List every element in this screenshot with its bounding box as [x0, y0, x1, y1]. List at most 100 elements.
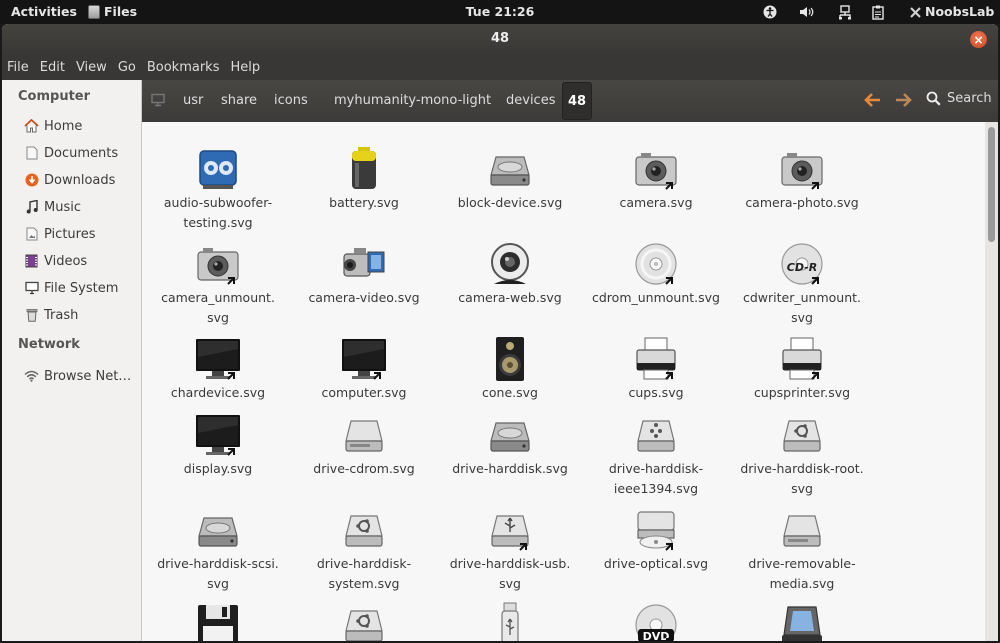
menu-bar: File Edit View Go Bookmarks Help [2, 56, 998, 80]
file-grid: audio-subwoofer- testing.svg battery.svg b… [142, 122, 985, 641]
activities-button[interactable]: Activities [11, 0, 77, 24]
sidebar-item-downloads[interactable]: Downloads [24, 170, 115, 190]
file-item-audio-subwoofer-testing[interactable]: audio-subwoofer- testing.svg [145, 145, 291, 233]
camera-icon [778, 145, 826, 193]
sidebar-item-browse-network[interactable]: Browse Net… [24, 366, 131, 386]
drive-usb-icon [486, 506, 534, 554]
sidebar-item-label: Documents [44, 145, 119, 161]
file-item-camera-web[interactable]: camera-web.svg [437, 240, 583, 308]
drive-optical-icon [632, 506, 680, 554]
vertical-scrollbar[interactable] [985, 122, 998, 641]
file-item-battery[interactable]: battery.svg [291, 145, 437, 213]
network-wired-icon[interactable] [837, 4, 853, 20]
file-item-drive-removable[interactable]: drive-removable- [437, 601, 583, 641]
path-toolbar: usr share icons myhumanity-mono-light de… [142, 80, 998, 122]
harddisk-icon [486, 411, 534, 459]
file-item-drive-removable[interactable]: drive-removable- [291, 601, 437, 641]
harddisk-icon [194, 506, 242, 554]
user-menu[interactable]: NoobsLab [910, 0, 994, 24]
volume-icon[interactable] [799, 4, 815, 20]
cd-icon [632, 240, 680, 288]
breadcrumb-current[interactable]: 48 [562, 82, 592, 120]
pictures-icon [24, 227, 39, 242]
breadcrumb-icons[interactable]: icons [274, 93, 308, 108]
file-name: cone.svg [482, 385, 538, 400]
window-title: 48 [490, 31, 510, 46]
clock[interactable]: Tue 21:26 [466, 4, 535, 19]
file-name: drive-cdrom.svg [313, 461, 415, 476]
forward-arrow-icon[interactable] [894, 92, 912, 112]
search-icon [926, 91, 941, 106]
file-item-drive-harddisk-ieee1394[interactable]: drive-harddisk- ieee1394.svg [583, 411, 729, 499]
menu-file[interactable]: File [2, 56, 35, 80]
file-item-block-device[interactable]: block-device.svg [437, 145, 583, 213]
svg-text:CD-R: CD-R [787, 261, 817, 274]
back-arrow-icon[interactable] [864, 92, 882, 112]
file-item-camera-photo[interactable]: camera-photo.svg [729, 145, 875, 213]
menu-go[interactable]: Go [113, 56, 142, 80]
drive-ubuntu-icon [778, 411, 826, 459]
file-item-drive-harddisk-scsi[interactable]: drive-harddisk-scsi. svg [145, 506, 291, 594]
menu-view[interactable]: View [71, 56, 113, 80]
file-item-cdrom-unmount[interactable]: cdrom_unmount.svg [583, 240, 729, 308]
file-name: drive-harddisk-usb. svg [449, 556, 571, 591]
menu-edit[interactable]: Edit [35, 56, 71, 80]
sidebar-item-filesystem[interactable]: File System [24, 278, 118, 298]
breadcrumb-theme[interactable]: myhumanity-mono-light [334, 93, 491, 108]
file-item-dvd-unmount[interactable]: DVDdvd_unmount.svg [583, 601, 729, 641]
home-icon [24, 119, 39, 134]
file-name: computer.svg [321, 385, 407, 400]
battery-icon [340, 145, 388, 193]
file-name: camera.svg [619, 195, 693, 210]
scanner-icon [778, 601, 826, 641]
sidebar-item-trash[interactable]: Trash [24, 305, 78, 325]
sidebar-item-label: Videos [44, 253, 88, 269]
search-button[interactable]: Search [926, 91, 992, 106]
sidebar-item-pictures[interactable]: Pictures [24, 224, 95, 244]
close-button[interactable]: × [970, 31, 987, 48]
file-item-drive-harddisk-root[interactable]: drive-harddisk-root. svg [729, 411, 875, 499]
app-menu-label: Files [104, 4, 138, 19]
sidebar-item-label: Pictures [44, 226, 96, 242]
close-icon: × [973, 32, 984, 47]
app-menu-button[interactable]: Files [88, 0, 137, 24]
file-item-computer[interactable]: computer.svg [291, 335, 437, 403]
menu-help[interactable]: Help [225, 56, 266, 80]
file-item-cups[interactable]: cups.svg [583, 335, 729, 403]
file-item-drive-removable-media[interactable]: drive-removable- media.svg [729, 506, 875, 594]
menu-bookmarks[interactable]: Bookmarks [142, 56, 226, 80]
sidebar-item-videos[interactable]: Videos [24, 251, 87, 271]
title-bar[interactable]: 48 × [2, 24, 998, 56]
file-item-drive-harddisk-system[interactable]: drive-harddisk- system.svg [291, 506, 437, 594]
file-item-drive-removable[interactable]: drive-removable- [145, 601, 291, 641]
file-item-camera[interactable]: camera.svg [583, 145, 729, 213]
sidebar-item-home[interactable]: Home [24, 116, 82, 136]
file-item-flegita[interactable]: flegita.svg [729, 601, 875, 641]
file-item-cdwriter-unmount[interactable]: CD-R cdwriter_unmount. svg [729, 240, 875, 328]
file-item-drive-optical[interactable]: drive-optical.svg [583, 506, 729, 574]
file-item-drive-cdrom[interactable]: drive-cdrom.svg [291, 411, 437, 479]
clipboard-icon[interactable] [870, 4, 886, 20]
file-name: camera-photo.svg [745, 195, 859, 210]
accessibility-icon[interactable] [762, 4, 778, 20]
breadcrumb-usr[interactable]: usr [183, 93, 203, 108]
file-item-camera-unmount[interactable]: camera_unmount. svg [145, 240, 291, 328]
downloads-icon [24, 173, 39, 188]
breadcrumb-share[interactable]: share [221, 93, 257, 108]
computer-root-icon[interactable] [151, 93, 165, 107]
file-item-cupsprinter[interactable]: cupsprinter.svg [729, 335, 875, 403]
breadcrumb-devices[interactable]: devices [506, 93, 555, 108]
sidebar-item-documents[interactable]: Documents [24, 143, 118, 163]
sidebar-item-music[interactable]: Music [24, 197, 81, 217]
file-item-display[interactable]: display.svg [145, 411, 291, 479]
file-item-drive-harddisk-usb[interactable]: drive-harddisk-usb. svg [437, 506, 583, 594]
sidebar-item-label: Browse Net… [44, 368, 132, 384]
scroll-thumb[interactable] [988, 127, 995, 242]
filesystem-icon [24, 281, 39, 296]
floppy-icon [194, 601, 242, 641]
file-item-camera-video[interactable]: camera-video.svg [291, 240, 437, 308]
file-item-cone[interactable]: cone.svg [437, 335, 583, 403]
file-item-chardevice[interactable]: chardevice.svg [145, 335, 291, 403]
file-item-drive-harddisk[interactable]: drive-harddisk.svg [437, 411, 583, 479]
file-name: drive-harddisk.svg [452, 461, 568, 476]
